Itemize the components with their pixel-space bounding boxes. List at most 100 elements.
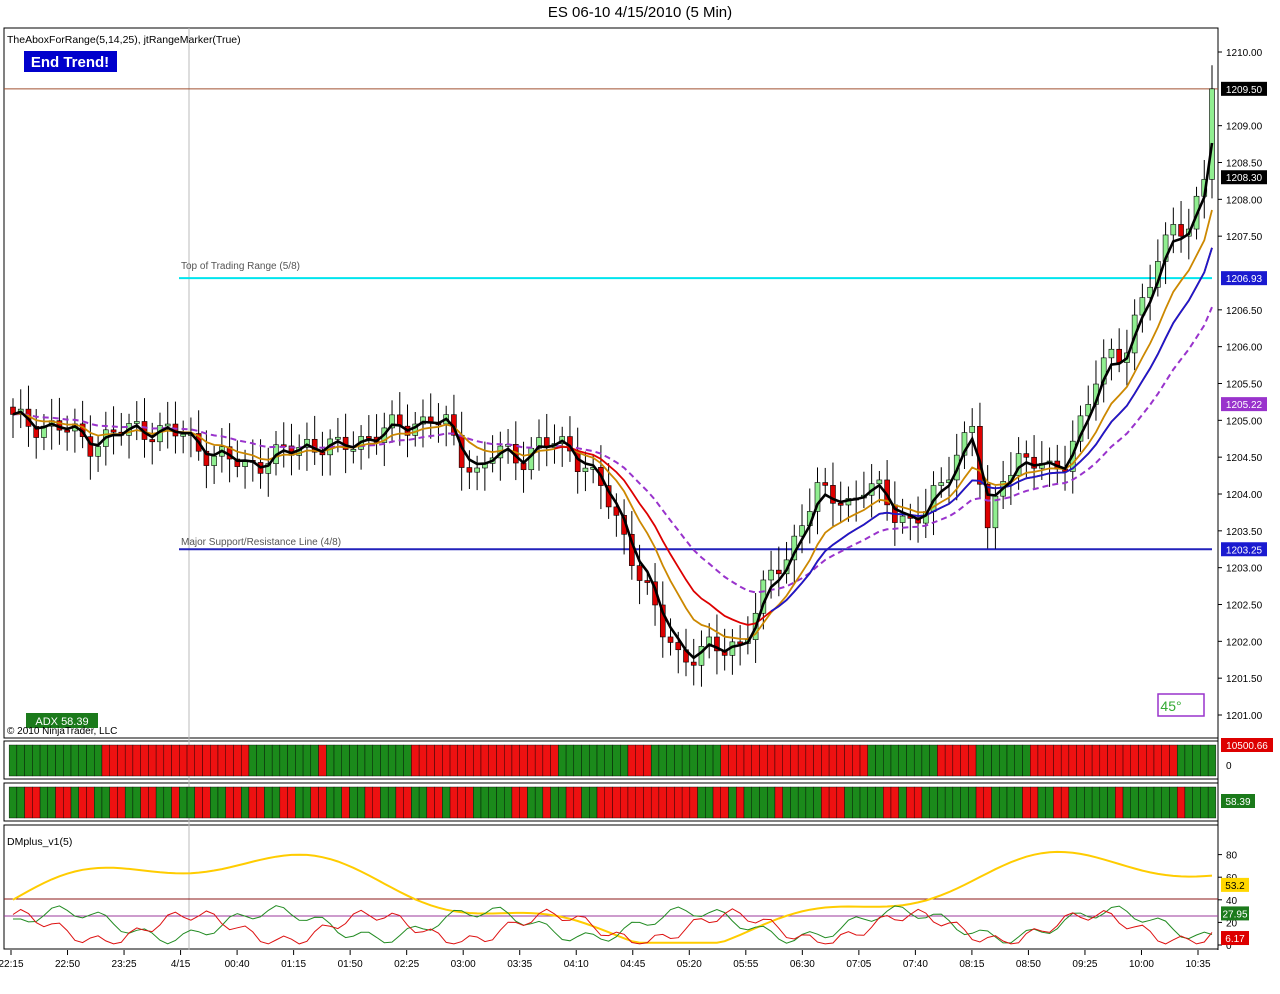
volume-bar (991, 744, 1000, 777)
volume-bar (1138, 744, 1147, 777)
trend-bar (620, 786, 629, 819)
volume-bar (929, 744, 938, 777)
time-tick-label: 22:15 (0, 959, 24, 970)
trend-bar (952, 786, 961, 819)
trend-bar (457, 786, 466, 819)
trend-bar (86, 786, 95, 819)
trend-bar (101, 786, 110, 819)
trend-bar (689, 786, 698, 819)
volume-bar (364, 744, 373, 777)
trend-bar (975, 786, 985, 819)
candle-body (110, 429, 117, 433)
candle-body (133, 421, 140, 424)
volume-bar (109, 744, 118, 777)
ema-fast-line (12, 142, 1214, 660)
candle-body (822, 482, 829, 486)
trend-bar (1192, 786, 1201, 819)
trend-bar (627, 786, 636, 819)
volume-bar (751, 744, 760, 777)
volume-bar (302, 744, 312, 777)
trend-bar (774, 786, 783, 819)
volume-bar (875, 744, 884, 777)
candle-body (837, 502, 844, 506)
time-tick-label: 10:35 (1185, 959, 1210, 970)
price-tick-label: 1203.50 (1226, 527, 1263, 538)
time-tick-label: 06:30 (790, 959, 815, 970)
volume-bar (666, 744, 675, 777)
candle-body (644, 580, 651, 583)
price-tick-label: 1201.00 (1226, 711, 1263, 722)
volume-bar (210, 744, 219, 777)
volume-bars (8, 744, 1217, 777)
volume-bar (179, 744, 188, 777)
trend-bar (983, 786, 992, 819)
volume-bar (233, 744, 242, 777)
trend-bar (124, 786, 134, 819)
candle-body (366, 436, 372, 439)
trend-bar (434, 786, 443, 819)
trend-bar (1122, 786, 1131, 819)
time-tick-label: 07:40 (903, 959, 928, 970)
indicator-lines-layer (12, 142, 1214, 660)
volume-bar (504, 744, 513, 777)
candle-body (938, 482, 945, 486)
trend-bar (1115, 786, 1124, 819)
candle-body (1178, 224, 1184, 237)
volume-bar (604, 744, 613, 777)
volume-bar (906, 744, 915, 777)
time-tick-label: 03:00 (451, 959, 476, 970)
trend-bar (240, 786, 250, 819)
trend-bar (1014, 786, 1023, 819)
ema-red-line (554, 247, 1213, 626)
trend-bar (63, 786, 72, 819)
volume-bar (1014, 744, 1023, 777)
price-tick-label: 1208.00 (1226, 195, 1263, 206)
volume-bar (357, 744, 366, 777)
price-tick-label: 1207.50 (1226, 232, 1263, 243)
volume-bar (1122, 744, 1131, 777)
dm-tags: 53.2 27.95 6.17 (1221, 877, 1249, 946)
time-tick-label: 02:25 (394, 959, 419, 970)
chart-canvas[interactable]: TheAboxForRange(5,14,25), jtRangeMarker(… (0, 0, 1280, 994)
candle-body (350, 449, 357, 452)
trend-bar (1006, 786, 1015, 819)
candle-body (211, 455, 217, 466)
trend-bar (287, 786, 296, 819)
volume-bar (550, 744, 559, 777)
price-tick-label: 1205.00 (1226, 416, 1263, 427)
trend-bar (488, 786, 497, 819)
trend-bar (728, 786, 737, 819)
volume-bar (952, 744, 961, 777)
time-tick-label: 05:20 (677, 959, 702, 970)
volume-bar (333, 744, 342, 777)
trend-bar (395, 786, 404, 819)
trend-bar (163, 786, 172, 819)
trend-bar (790, 786, 799, 819)
volume-bar (16, 744, 25, 777)
volume-bar (1200, 744, 1209, 777)
volume-bar (620, 744, 629, 777)
price-tag-text: 1205.22 (1226, 400, 1263, 411)
trend-bar (991, 786, 1000, 819)
volume-bar (674, 744, 683, 777)
trend-bar (442, 786, 451, 819)
price-tag-text: 1209.50 (1226, 85, 1263, 96)
volume-bar (937, 744, 946, 777)
time-tick-label: 05:55 (733, 959, 758, 970)
trend-bar (248, 786, 257, 819)
volume-bar (1184, 744, 1193, 777)
trend-bar (256, 786, 265, 819)
volume-bar (890, 744, 899, 777)
volume-bar (813, 744, 822, 777)
trend-bar (109, 786, 118, 819)
volume-bar (1207, 744, 1217, 777)
candle-body (1108, 348, 1115, 359)
volume-bar (1045, 744, 1054, 777)
trend-bar (148, 786, 157, 819)
trend-bar (1053, 786, 1062, 819)
trend-bar (179, 786, 188, 819)
time-tick-label: 08:50 (1016, 959, 1041, 970)
volume-bar (767, 744, 776, 777)
price-tick-label: 1204.50 (1226, 453, 1263, 464)
volume-bar (86, 744, 95, 777)
